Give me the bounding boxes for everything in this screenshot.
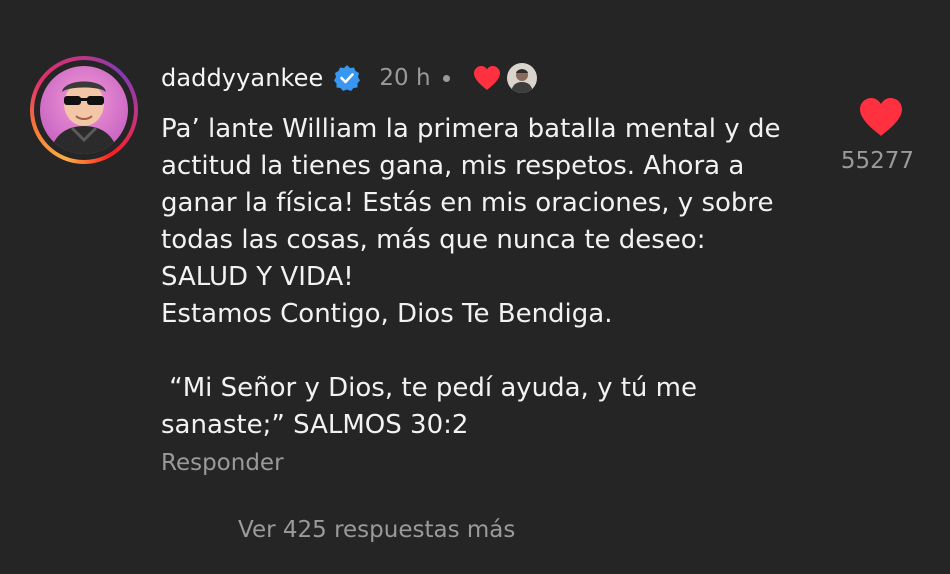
verified-badge-icon [333,64,361,92]
comment-line: ganar la física! Estás en mis oraciones,… [161,188,774,218]
comment-line: Estamos Contigo, Dios Te Bendiga. [161,299,613,329]
creator-liked-heart-icon [472,64,502,92]
comment-text: Pa’ lante William la primera batalla men… [161,111,841,444]
comment-line: actitud la tienes gana, mis respetos. Ah… [161,151,745,181]
like-count: 55277 [840,148,914,174]
comment-header: daddyyankee 20 h [161,58,537,98]
comment-line: sanaste;” SALMOS 30:2 [161,410,469,440]
timestamp: 20 h [379,65,431,91]
comment-line [161,333,841,370]
comment-line: SALUD Y VIDA! [161,262,354,292]
separator-dot [442,74,450,82]
creator-avatar-image [506,63,537,93]
reply-button[interactable]: Responder [161,450,284,476]
view-more-replies-button[interactable]: Ver 425 respuestas más [238,517,515,543]
avatar[interactable] [40,66,128,154]
heart-icon [860,98,902,136]
avatar-story-ring[interactable] [30,56,138,164]
comment-line: Pa’ lante William la primera batalla men… [161,114,781,144]
comment-container: daddyyankee 20 h Pa’ lante William la pr… [0,0,950,574]
comment-line: todas las cosas, más que nunca te deseo: [161,225,706,255]
comment-line: “Mi Señor y Dios, te pedí ayuda, y tú me [161,373,697,403]
like-button[interactable] [858,96,904,138]
user-avatar-image [40,66,128,154]
username-link[interactable]: daddyyankee [161,64,323,92]
